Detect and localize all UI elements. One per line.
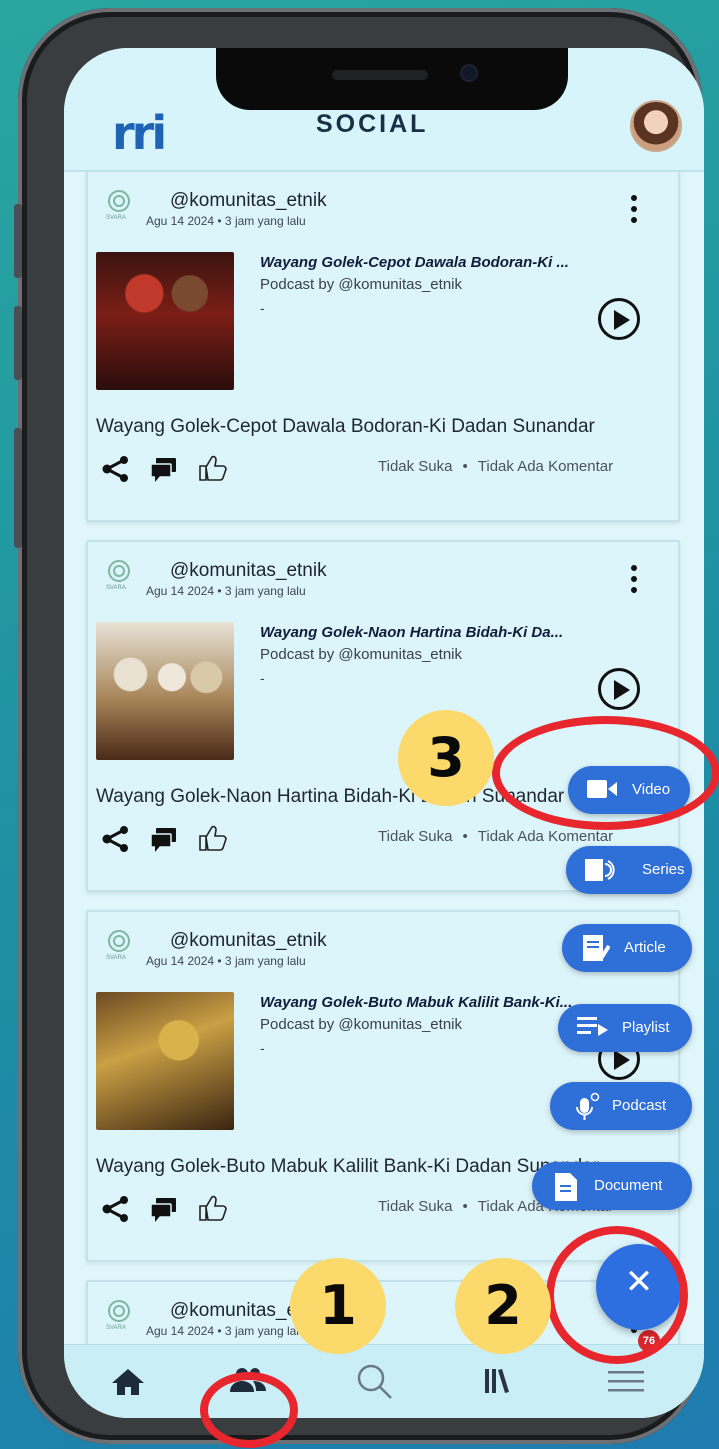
playlist-icon <box>577 1017 608 1036</box>
post-timestamp: Agu 14 2024 • 3 jam yang lalu <box>146 954 306 968</box>
menu-icon[interactable] <box>604 1359 648 1403</box>
post-timestamp: Agu 14 2024 • 3 jam yang lalu <box>146 214 306 228</box>
step-number-1: 1 <box>290 1258 386 1354</box>
like-icon[interactable] <box>198 454 228 482</box>
side-button <box>14 428 22 548</box>
like-count: Tidak Suka <box>378 458 453 475</box>
podcast-label: Podcast <box>612 1097 667 1114</box>
comment-count: Tidak Ada Komentar <box>477 828 614 845</box>
share-icon[interactable] <box>102 1196 130 1222</box>
channel-logo-text: SVARA <box>106 585 126 591</box>
post-timestamp: Agu 14 2024 • 3 jam yang lalu <box>146 584 306 598</box>
channel-logo-ring <box>108 190 130 212</box>
search-icon[interactable] <box>352 1359 396 1403</box>
more-options-icon[interactable] <box>624 192 644 228</box>
channel-logo-ring <box>108 560 130 582</box>
channel-logo-text: SVARA <box>106 955 126 961</box>
share-icon[interactable] <box>102 456 130 482</box>
podcast-author: Podcast by @komunitas_etnik <box>260 1016 462 1033</box>
post-actions <box>102 454 232 484</box>
step-number-3: 3 <box>398 710 494 806</box>
post-actions <box>102 1194 232 1224</box>
more-options-icon[interactable] <box>624 562 644 598</box>
podcast-author: Podcast by @komunitas_etnik <box>260 646 462 663</box>
post-timestamp: Agu 14 2024 • 3 jam yang lalu <box>146 1324 306 1338</box>
channel-logo: SVARA <box>104 190 134 226</box>
avatar[interactable] <box>630 100 682 152</box>
series-icon <box>585 859 615 881</box>
playlist-label: Playlist <box>622 1019 670 1036</box>
like-count: Tidak Suka <box>378 1198 453 1215</box>
page-title: SOCIAL <box>316 110 429 138</box>
series-label: Series <box>642 861 685 878</box>
podcast-mic-icon <box>576 1092 600 1120</box>
comment-count: Tidak Ada Komentar <box>477 458 614 475</box>
create-series-button[interactable]: Series <box>566 846 692 894</box>
podcast-subtitle: - <box>260 1040 265 1056</box>
like-icon[interactable] <box>198 1194 228 1222</box>
article-label: Article <box>624 939 666 956</box>
post-username[interactable]: @komunitas_etnik <box>170 560 327 582</box>
post-card: SVARA @komunitas_etnik Agu 14 2024 • 3 j… <box>86 170 680 522</box>
create-podcast-button[interactable]: Podcast <box>550 1082 692 1130</box>
channel-logo: SVARA <box>104 930 134 966</box>
play-button[interactable] <box>598 668 640 710</box>
share-icon[interactable] <box>102 826 130 852</box>
podcast-author: Podcast by @komunitas_etnik <box>260 276 462 293</box>
volume-up-button <box>14 204 22 278</box>
library-icon[interactable] <box>476 1359 520 1403</box>
front-camera <box>462 66 476 80</box>
channel-logo: SVARA <box>104 1300 134 1336</box>
highlight-ring-fab <box>546 1226 688 1364</box>
channel-logo-text: SVARA <box>106 215 126 221</box>
post-username[interactable]: @komunitas_etnik <box>170 190 327 212</box>
document-label: Document <box>594 1177 663 1194</box>
like-icon[interactable] <box>198 824 228 852</box>
podcast-thumbnail[interactable] <box>96 252 234 390</box>
podcast-thumbnail[interactable] <box>96 992 234 1130</box>
post-stats: Tidak Suka•Tidak Ada Komentar <box>378 828 614 845</box>
create-document-button[interactable]: Document <box>532 1162 692 1210</box>
channel-logo-ring <box>108 1300 130 1322</box>
post-username[interactable]: @komunitas_etnik <box>170 930 327 952</box>
channel-logo-ring <box>108 930 130 952</box>
post-description: Wayang Golek-Buto Mabuk Kalilit Bank-Ki … <box>96 1156 600 1177</box>
speaker <box>332 70 428 80</box>
comment-icon[interactable] <box>150 827 178 853</box>
create-article-button[interactable]: Article <box>562 924 692 972</box>
article-icon <box>583 935 610 962</box>
create-playlist-button[interactable]: Playlist <box>558 1004 692 1052</box>
notch <box>216 48 568 110</box>
podcast-title[interactable]: Wayang Golek-Cepot Dawala Bodoran-Ki ... <box>260 254 569 271</box>
post-description: Wayang Golek-Cepot Dawala Bodoran-Ki Dad… <box>96 416 595 437</box>
like-count: Tidak Suka <box>378 828 453 845</box>
volume-down-button <box>14 306 22 380</box>
post-stats: Tidak Suka•Tidak Ada Komentar <box>378 458 614 475</box>
podcast-subtitle: - <box>260 300 265 316</box>
comment-icon[interactable] <box>150 457 178 483</box>
highlight-ring-community <box>200 1372 298 1448</box>
home-icon[interactable] <box>106 1359 150 1403</box>
document-icon <box>555 1173 577 1201</box>
podcast-title[interactable]: Wayang Golek-Buto Mabuk Kalilit Bank-Ki.… <box>260 994 572 1011</box>
post-actions <box>102 824 232 854</box>
rri-logo[interactable]: rri <box>112 110 167 156</box>
post-description: Wayang Golek-Naon Hartina Bidah-Ki Dadan… <box>96 786 565 807</box>
step-number-2: 2 <box>455 1258 551 1354</box>
play-button[interactable] <box>598 298 640 340</box>
channel-logo-text: SVARA <box>106 1325 126 1331</box>
podcast-title[interactable]: Wayang Golek-Naon Hartina Bidah-Ki Da... <box>260 624 563 641</box>
comment-icon[interactable] <box>150 1197 178 1223</box>
highlight-ring-video <box>492 716 719 830</box>
channel-logo: SVARA <box>104 560 134 596</box>
podcast-thumbnail[interactable] <box>96 622 234 760</box>
podcast-subtitle: - <box>260 670 265 686</box>
